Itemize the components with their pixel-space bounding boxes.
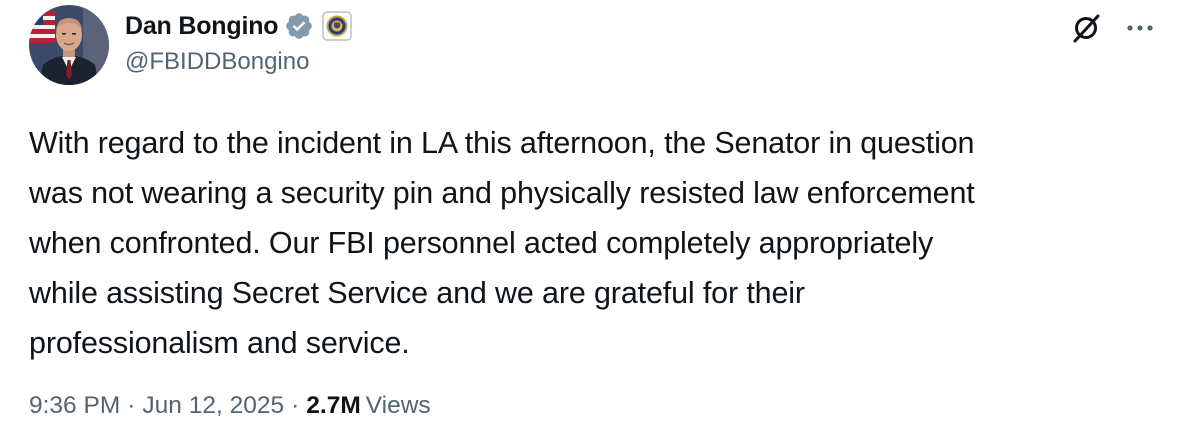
tweet-time[interactable]: 9:36 PM xyxy=(29,392,120,420)
author-name-row: Dan Bongino xyxy=(125,8,353,44)
meta-separator: · xyxy=(291,392,300,419)
tweet-text: With regard to the incident in LA this a… xyxy=(29,126,975,360)
views-label: Views xyxy=(365,392,431,419)
author-display-name[interactable]: Dan Bongino xyxy=(125,12,279,41)
grok-icon[interactable] xyxy=(1068,10,1104,46)
verified-badge-icon[interactable] xyxy=(284,11,314,41)
more-icon[interactable] xyxy=(1122,10,1158,46)
tweet-meta: 9:36 PM · Jun 12, 2025 · 2.7M Views xyxy=(29,392,431,420)
tweet-date[interactable]: Jun 12, 2025 xyxy=(142,392,284,420)
avatar[interactable] xyxy=(29,5,109,85)
author-handle[interactable]: @FBIDDBongino xyxy=(125,48,309,76)
meta-separator: · xyxy=(127,392,136,419)
views-count[interactable]: 2.7M xyxy=(306,392,360,420)
avatar-image xyxy=(29,5,109,85)
tweet: Dan Bongino @FBIDDBongino With regard to… xyxy=(0,0,1182,430)
fbi-seal-icon[interactable] xyxy=(322,11,353,41)
